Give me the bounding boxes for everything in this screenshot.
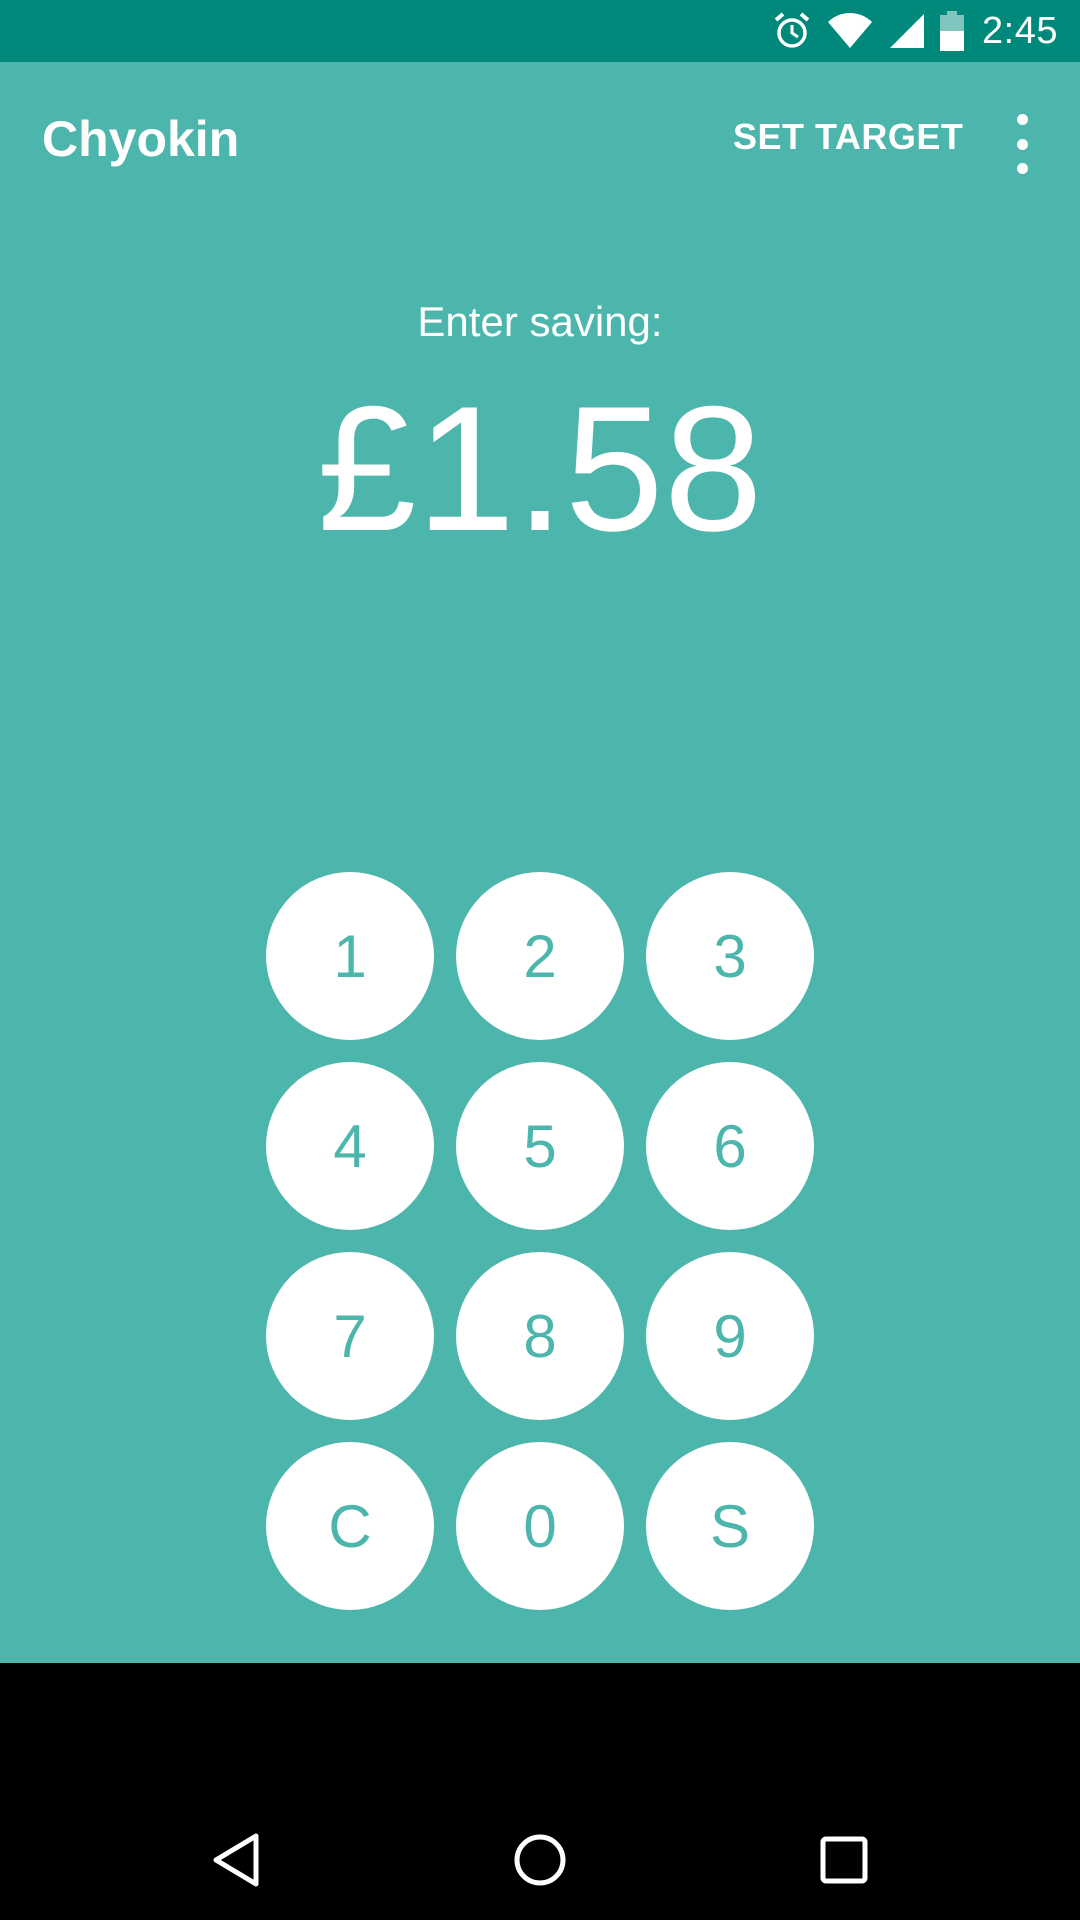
app-screen: Chyokin SET TARGET Enter saving: £1.58 1…: [0, 62, 1080, 1663]
status-clock: 2:45: [982, 9, 1058, 52]
saving-amount: £1.58: [317, 369, 763, 568]
key-7[interactable]: 7: [266, 1252, 434, 1420]
key-3[interactable]: 3: [646, 872, 814, 1040]
home-icon[interactable]: [500, 1820, 580, 1900]
recents-icon[interactable]: [804, 1820, 884, 1900]
key-save[interactable]: S: [646, 1442, 814, 1610]
status-bar: 2:45: [0, 0, 1080, 62]
back-icon[interactable]: [196, 1820, 276, 1900]
key-6[interactable]: 6: [646, 1062, 814, 1230]
key-0[interactable]: 0: [456, 1442, 624, 1610]
set-target-button[interactable]: SET TARGET: [733, 116, 963, 158]
app-title: Chyokin: [42, 111, 240, 167]
wifi-icon: [826, 12, 874, 50]
battery-icon: [940, 11, 965, 51]
key-clear[interactable]: C: [266, 1442, 434, 1610]
key-5[interactable]: 5: [456, 1062, 624, 1230]
toolbar: Chyokin SET TARGET: [0, 62, 1080, 216]
more-vert-icon[interactable]: [1000, 114, 1044, 174]
key-2[interactable]: 2: [456, 872, 624, 1040]
key-8[interactable]: 8: [456, 1252, 624, 1420]
key-1[interactable]: 1: [266, 872, 434, 1040]
alarm-icon: [772, 11, 812, 51]
enter-saving-label: Enter saving:: [417, 298, 663, 345]
key-4[interactable]: 4: [266, 1062, 434, 1230]
cell-signal-icon: [888, 12, 926, 50]
key-9[interactable]: 9: [646, 1252, 814, 1420]
